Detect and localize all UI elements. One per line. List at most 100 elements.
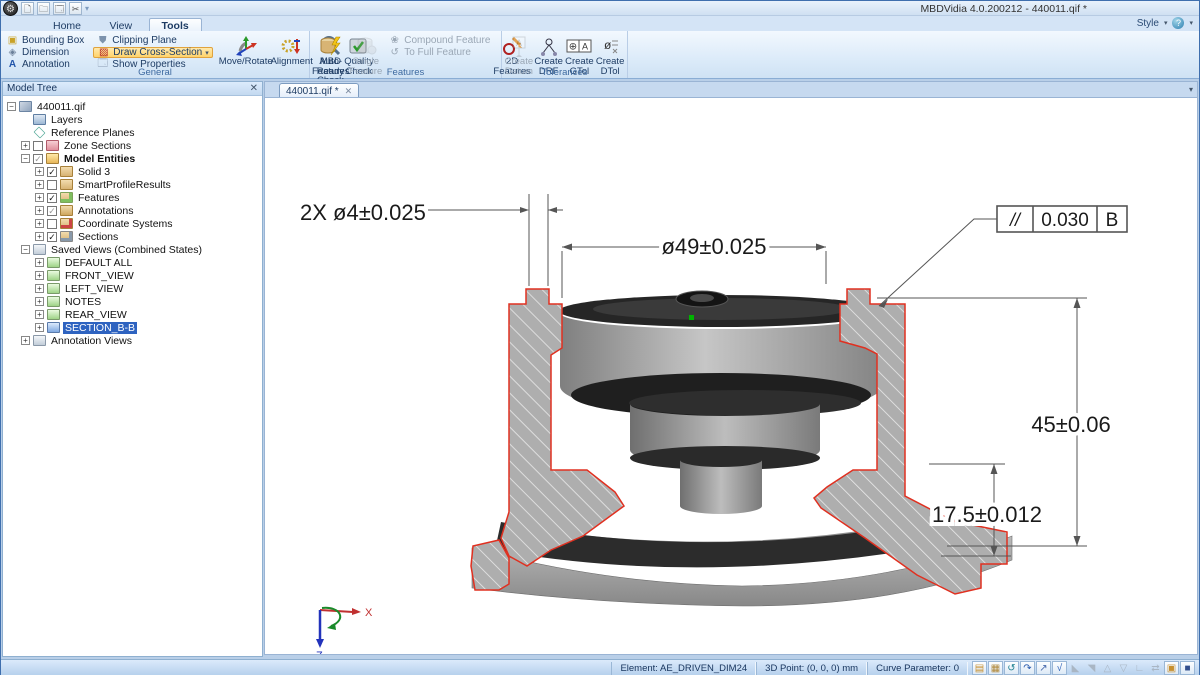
triad-x-label: X [365,607,373,619]
model-panel-icon[interactable]: ■ [1180,661,1195,675]
alignment-button[interactable]: Alignment [271,33,313,66]
tree-item-sections[interactable]: +✓Sections [3,230,262,243]
expand-icon[interactable]: + [21,141,30,150]
style-dropdown-icon[interactable]: ▾ [1164,19,1168,27]
expand-icon[interactable]: + [35,284,44,293]
tree-checkbox[interactable]: ✓ [33,154,43,164]
tree-item-coordinate-systems[interactable]: +Coordinate Systems [3,217,262,230]
expand-icon[interactable]: + [35,310,44,319]
open-document-icon[interactable]: 🗀 [37,2,50,15]
tree-item-layers[interactable]: Layers [3,113,262,126]
tree-item-default-all[interactable]: + DEFAULT ALL [3,256,262,269]
curve-snap-icon[interactable]: ↷ [1020,661,1035,675]
clipping-plane-button[interactable]: ⛊Clipping Plane [93,35,212,46]
point-snap-icon[interactable]: ↗ [1036,661,1051,675]
tree-checkbox[interactable]: ✓ [47,167,57,177]
expand-icon[interactable]: + [35,271,44,280]
qat-dropdown-icon[interactable]: ▾ [85,4,89,13]
status-3d-point: 3D Point: (0, 0, 0) mm [756,662,867,675]
single-feature-button[interactable]: Single Feature [349,33,382,66]
expand-icon[interactable]: + [35,297,44,306]
tree-item-label: Features [76,192,121,204]
expand-icon[interactable]: + [35,258,44,267]
feature-control-frame[interactable]: // 0.030 B [879,206,1127,308]
expand-icon[interactable]: + [35,193,44,202]
collapse-icon[interactable]: − [21,245,30,254]
tree-checkbox[interactable] [33,141,43,151]
tree-checkbox[interactable]: ✓ [47,193,57,203]
tree-item-label: LEFT_VIEW [63,283,125,295]
create-dtol-button[interactable]: ø Create DTol [595,33,625,66]
select-vertex-icon: ▽ [1116,661,1131,675]
model-tree-panel: Model Tree ✕ −440011.qifLayersReference … [2,81,263,657]
tree-checkbox[interactable] [47,180,57,190]
tree-item-reference-planes[interactable]: Reference Planes [3,126,262,139]
collapse-icon[interactable]: − [7,102,16,111]
tree-item-annotations[interactable]: +✓Annotations [3,204,262,217]
bounding-box-button[interactable]: ▣Bounding Box [3,35,87,46]
tree-checkbox[interactable]: ✓ [47,206,57,216]
expand-icon[interactable]: + [35,167,44,176]
tree-item-solid-3[interactable]: +✓Solid 3 [3,165,262,178]
create-datum-button[interactable]: A Create Datum [504,33,534,66]
compound-feature-button[interactable]: ❀Compound Feature [385,35,493,46]
model-tree-close-icon[interactable]: ✕ [250,83,258,94]
auto-features-button[interactable]: Auto-Features [312,33,349,66]
move-rotate-button[interactable]: Move/Rotate [221,33,271,66]
tree-item-model-entities[interactable]: −✓Model Entities [3,152,262,165]
alignment-icon [280,35,304,57]
document-tab[interactable]: 440011.qif * ✕ [279,83,359,98]
tree-item-label: REAR_VIEW [63,309,129,321]
create-gtol-button[interactable]: ⊕A Create GTol [564,33,596,66]
expand-icon[interactable]: + [35,323,44,332]
part-cross-section[interactable] [471,289,1012,606]
expand-icon[interactable]: + [21,336,30,345]
tree-item-label: SECTION_B-B [63,322,137,334]
save-document-icon[interactable]: 🗔 [53,2,66,15]
app-menu-button[interactable]: ⚙ [3,1,18,16]
tree-checkbox[interactable] [47,219,57,229]
tree-item-label: DEFAULT ALL [63,257,134,269]
tree-item-annotation-views[interactable]: +Annotation Views [3,334,262,347]
viewport-3d[interactable]: 2X ø4±0.025 ø49±0.025 [264,97,1198,655]
surface-snap-icon[interactable]: √ [1052,661,1067,675]
create-drf-button[interactable]: Create DRF [534,33,564,66]
tree-item-zone-sections[interactable]: +Zone Sections [3,139,262,152]
view-manager-icon[interactable]: ▦ [988,661,1003,675]
expand-icon[interactable]: + [35,206,44,215]
draw-cross-section-button[interactable]: ▨Draw Cross-Section▾ [93,47,212,58]
expand-icon[interactable]: + [35,180,44,189]
tree-item-saved-views-combined-states-[interactable]: −Saved Views (Combined States) [3,243,262,256]
tools-icon[interactable]: ✂ [69,2,82,15]
help-icon[interactable]: ? [1172,17,1184,29]
view-green-icon [47,309,60,320]
layer-manager-icon[interactable]: ▤ [972,661,987,675]
to-full-feature-button[interactable]: ↺To Full Feature [385,47,493,58]
expand-icon[interactable]: + [35,232,44,241]
tree-item-section-b-b[interactable]: + SECTION_B-B [3,321,262,334]
tree-item-notes[interactable]: +NOTES [3,295,262,308]
tree-item-left-view[interactable]: + LEFT_VIEW [3,282,262,295]
tree-item-features[interactable]: +✓ Features [3,191,262,204]
new-document-icon[interactable]: 🗋 [21,2,34,15]
expand-icon[interactable]: + [35,219,44,228]
tree-item-rear-view[interactable]: + REAR_VIEW [3,308,262,321]
dimension-button[interactable]: ◈Dimension [3,47,87,58]
tree-item-440011-qif[interactable]: −440011.qif [3,100,262,113]
tab-strip-menu-icon[interactable]: ▾ [1189,85,1193,94]
dimension-hole-callout[interactable]: 2X ø4±0.025 [300,194,563,286]
zone-sections-icon [46,140,59,151]
help-dropdown-icon[interactable]: ▾ [1189,19,1193,27]
svg-text:2X ø4±0.025: 2X ø4±0.025 [300,200,426,225]
tree-item-front-view[interactable]: +FRONT_VIEW [3,269,262,282]
cross-section-dropdown-icon[interactable]: ▾ [205,49,209,57]
dimension-diameter-callout[interactable]: ø49±0.025 [562,234,826,298]
tree-item-smartprofileresults[interactable]: +SmartProfileResults [3,178,262,191]
notes-panel-icon[interactable]: ▣ [1164,661,1179,675]
tree-checkbox[interactable]: ✓ [47,232,57,242]
style-button[interactable]: Style [1137,18,1159,29]
refresh-view-icon[interactable]: ↺ [1004,661,1019,675]
solid-icon [60,166,73,177]
document-tab-close-icon[interactable]: ✕ [345,86,353,97]
collapse-icon[interactable]: − [21,154,30,163]
